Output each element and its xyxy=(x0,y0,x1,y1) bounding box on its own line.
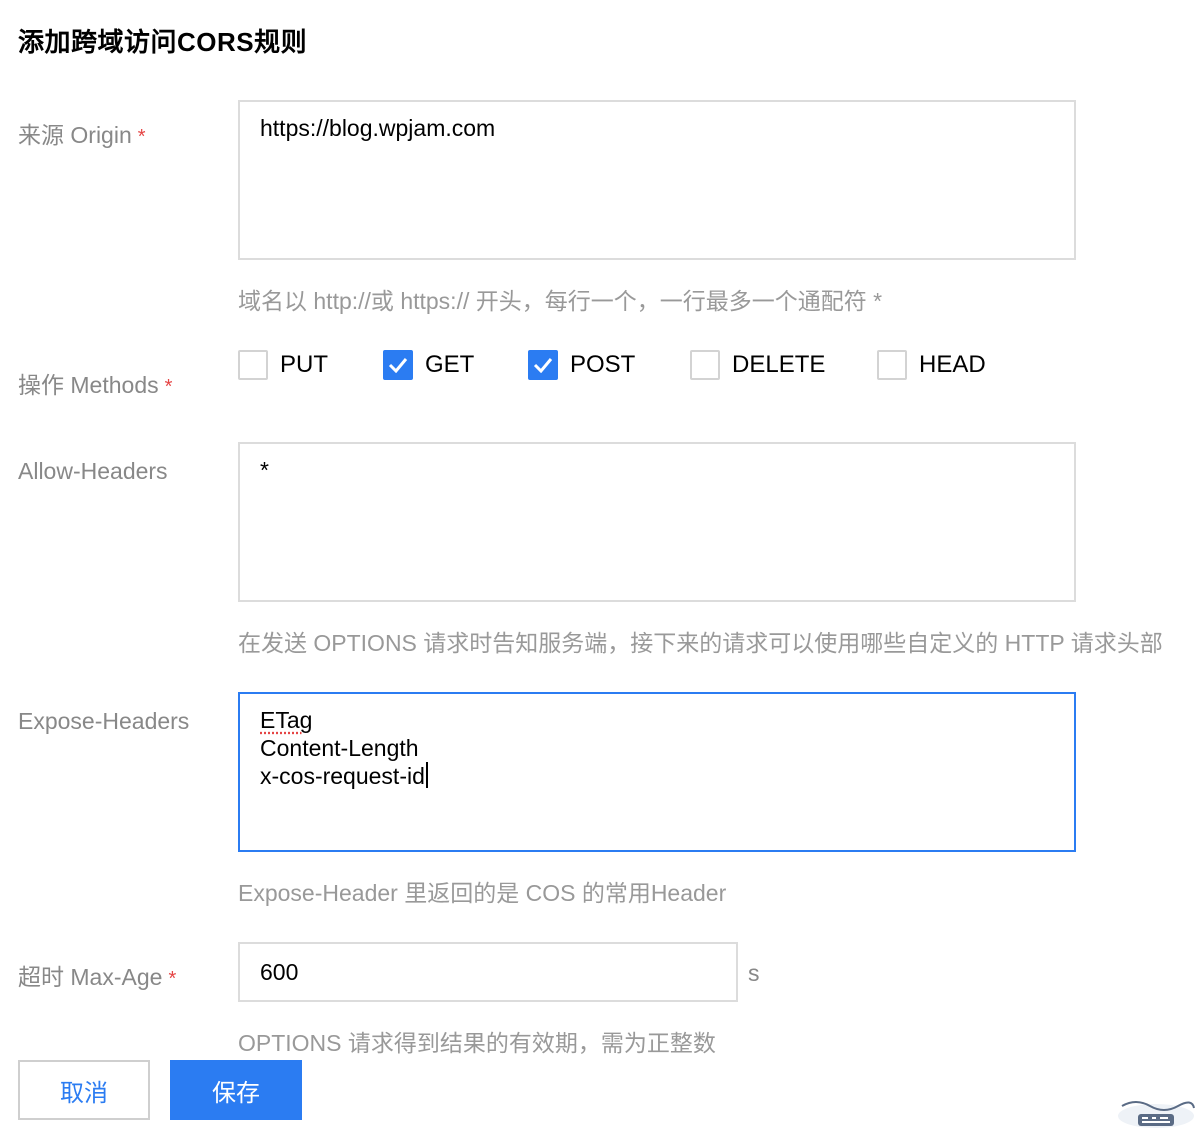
method-put-label: PUT xyxy=(280,351,328,378)
methods-required-mark: * xyxy=(164,376,173,398)
expose-headers-textarea[interactable]: ETag Content-Length x-cos-request-id xyxy=(238,692,1076,852)
max-age-label: 超时 Max-Age * xyxy=(18,958,176,992)
origin-hint: 域名以 http://或 https:// 开头，每行一个，一行最多一个通配符 … xyxy=(238,288,883,314)
origin-label-text: 来源 Origin xyxy=(18,122,132,148)
allow-headers-textarea[interactable]: * xyxy=(238,442,1076,602)
max-age-hint: OPTIONS 请求得到结果的有效期，需为正整数 xyxy=(238,1030,716,1056)
method-head[interactable]: HEAD xyxy=(877,348,986,382)
check-icon xyxy=(388,358,408,373)
origin-required-mark: * xyxy=(137,126,146,148)
method-head-label: HEAD xyxy=(919,351,986,378)
method-delete-label: DELETE xyxy=(732,351,826,378)
method-delete-checkbox[interactable] xyxy=(690,350,720,380)
allow-headers-hint: 在发送 OPTIONS 请求时告知服务端，接下来的请求可以使用哪些自定义的 HT… xyxy=(238,630,1163,656)
max-age-label-text: 超时 Max-Age xyxy=(18,964,163,990)
cancel-button[interactable]: 取消 xyxy=(18,1060,150,1120)
max-age-input[interactable]: 600 xyxy=(238,942,738,1002)
allow-headers-value: * xyxy=(260,457,269,483)
method-get-label: GET xyxy=(425,351,475,378)
save-button[interactable]: 保存 xyxy=(170,1060,302,1120)
allow-headers-label: Allow-Headers xyxy=(18,458,168,484)
method-post[interactable]: POST xyxy=(528,348,635,382)
origin-value: https://blog.wpjam.com xyxy=(260,115,496,141)
check-icon xyxy=(533,358,553,373)
text-caret xyxy=(425,762,428,788)
method-post-label: POST xyxy=(570,351,636,378)
method-get[interactable]: GET xyxy=(383,348,474,382)
methods-label-text: 操作 Methods xyxy=(18,372,159,398)
max-age-required-mark: * xyxy=(168,968,177,990)
origin-textarea[interactable]: https://blog.wpjam.com xyxy=(238,100,1076,260)
method-post-checkbox[interactable] xyxy=(528,350,558,380)
method-put-checkbox[interactable] xyxy=(238,350,268,380)
expose-header-line: x-cos-request-id xyxy=(260,762,1054,790)
method-get-checkbox[interactable] xyxy=(383,350,413,380)
expose-headers-hint: Expose-Header 里返回的是 COS 的常用Header xyxy=(238,880,727,906)
cors-rule-dialog: 添加跨域访问CORS规则 来源 Origin * https://blog.wpj… xyxy=(0,0,1200,1140)
max-age-value: 600 xyxy=(260,958,299,985)
dialog-title: 添加跨域访问CORS规则 xyxy=(18,27,308,57)
method-delete[interactable]: DELETE xyxy=(690,348,825,382)
expose-headers-label: Expose-Headers xyxy=(18,708,190,734)
method-head-checkbox[interactable] xyxy=(877,350,907,380)
method-put[interactable]: PUT xyxy=(238,348,328,382)
methods-label: 操作 Methods * xyxy=(18,366,172,400)
expose-header-line: ETag xyxy=(260,707,313,733)
watermark-logo-icon xyxy=(1118,1101,1195,1128)
expose-header-line: Content-Length xyxy=(260,735,419,761)
origin-label: 来源 Origin * xyxy=(18,116,146,150)
max-age-unit: s xyxy=(748,960,760,986)
